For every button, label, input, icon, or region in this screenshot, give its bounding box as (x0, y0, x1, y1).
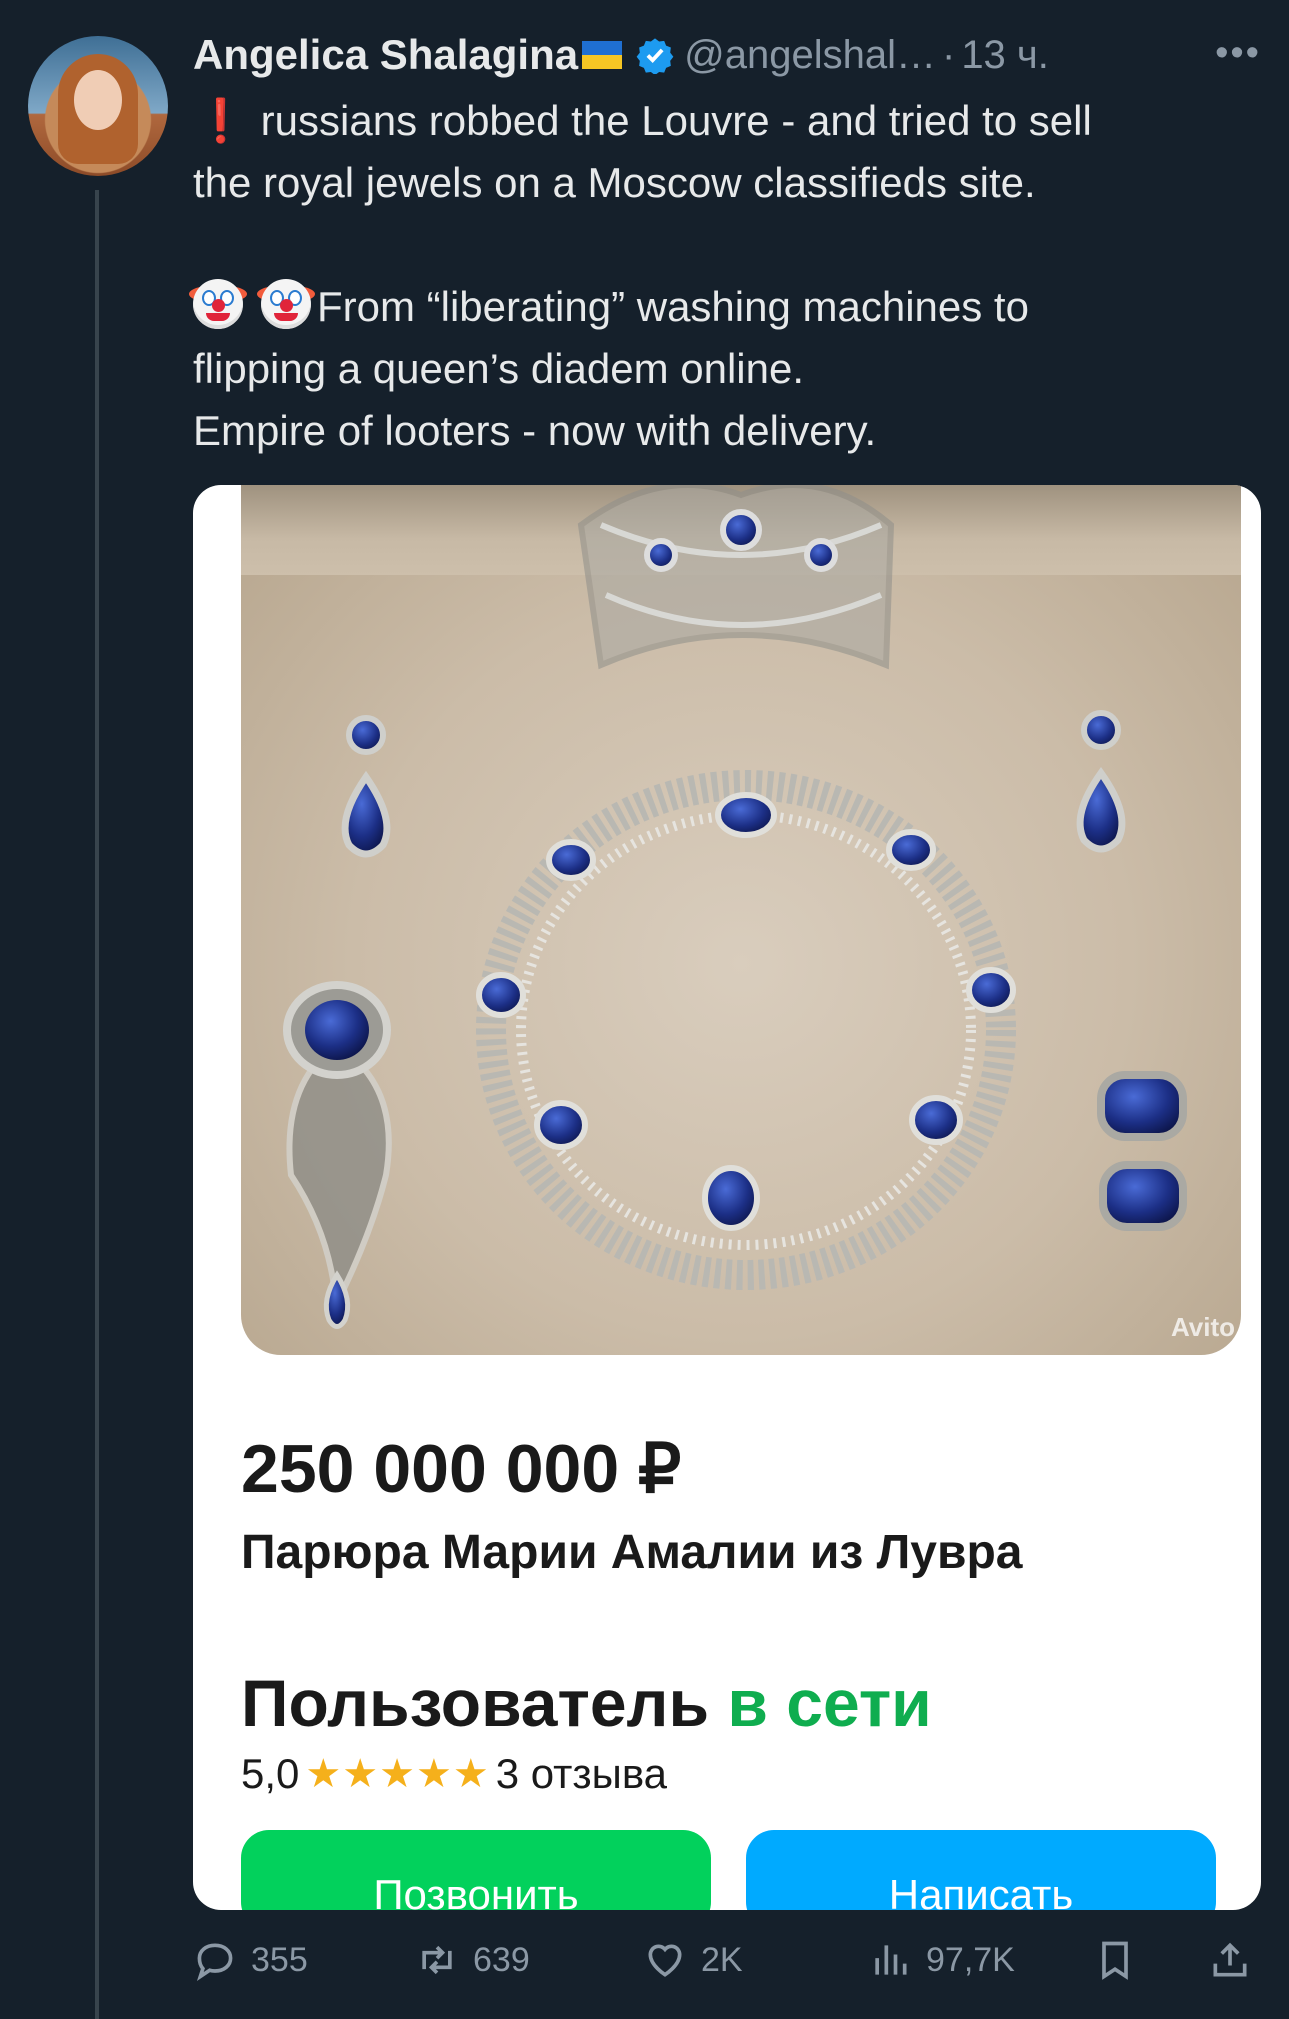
tweet-header: Angelica Shalagina @angelshal… · 13 ч. •… (193, 26, 1273, 84)
online-status: в сети (727, 1666, 932, 1740)
tweet-line-2: the royal jewels on a Moscow classifieds… (193, 159, 1036, 206)
bookmark-icon (1102, 1941, 1128, 1980)
reply-icon (196, 1943, 233, 1981)
repost-count: 639 (473, 1940, 530, 1979)
tweet-text: ❗ russians robbed the Louvre - and tried… (189, 90, 1268, 462)
tweet-line-4: flipping a queen’s diadem online. (193, 345, 805, 392)
rating-stars-icon: ★★★★★ (305, 1752, 490, 1796)
clown-face-icon (189, 279, 247, 329)
necklace (476, 770, 1016, 1290)
thread-line (95, 190, 99, 2019)
attached-image[interactable]: Avito 250 000 000 ₽ Парюра Марии Амалии … (193, 485, 1261, 1910)
views-button[interactable]: 97,7K (868, 1930, 1015, 1990)
share-icon (1213, 1942, 1247, 1977)
exclamation-icon: ❗ (194, 97, 248, 144)
reply-count: 355 (251, 1940, 308, 1979)
tweet-actions: 355 639 2K 97,7K (193, 1930, 1268, 1990)
avito-watermark: Avito (1170, 1312, 1235, 1342)
cufflinks (1097, 1071, 1187, 1231)
rating-value: 5,0 (241, 1750, 300, 1797)
brooch (283, 981, 392, 1329)
author-avatar[interactable] (28, 36, 168, 176)
share-button[interactable] (1208, 1930, 1266, 1990)
like-button[interactable]: 2K (643, 1930, 743, 1990)
views-count: 97,7K (926, 1940, 1015, 1979)
clown-face-icon (257, 279, 315, 329)
views-icon (875, 1945, 907, 1975)
tweet-line-1: ❗ russians robbed the Louvre - and tried… (193, 90, 1268, 152)
reviews-count: 3 отзыва (495, 1750, 668, 1797)
ukraine-flag-icon (582, 41, 623, 69)
tweet-time[interactable]: 13 ч. (961, 33, 1049, 78)
tweet-line-5: Empire of looters - now with delivery. (193, 407, 877, 454)
more-icon[interactable]: ••• (1215, 32, 1261, 75)
repost-button[interactable]: 639 (415, 1930, 530, 1990)
jewelry-photo: Avito (241, 485, 1241, 1355)
like-icon (648, 1944, 682, 1977)
seller-status: Пользователь в сети (241, 1665, 932, 1741)
time-separator: · (941, 32, 956, 77)
listing-title: Парюра Марии Амалии из Лувра (241, 1526, 1023, 1579)
write-button: Написать (746, 1830, 1216, 1910)
author-handle[interactable]: @angelshal… (684, 33, 936, 78)
jewelry-illustration (283, 485, 1187, 1329)
earring-left (341, 715, 391, 858)
author-name[interactable]: Angelica Shalagina (193, 31, 578, 79)
avatar-face (74, 70, 122, 130)
earring-right (1076, 710, 1126, 853)
like-count: 2K (701, 1940, 743, 1979)
call-button: Позвонить (241, 1830, 711, 1910)
reply-button[interactable]: 355 (193, 1930, 308, 1990)
verified-badge-icon (636, 38, 674, 74)
listing-price: 250 000 000 ₽ (241, 1431, 682, 1507)
repost-icon (422, 1945, 452, 1975)
diadem (577, 485, 895, 670)
seller-rating: 5,0 ★★★★★ 3 отзыва (241, 1750, 667, 1798)
tweet-line-3: From “liberating” washing machines to (189, 276, 1268, 338)
seller-label: Пользователь (241, 1666, 710, 1740)
bookmark-button[interactable] (1093, 1930, 1151, 1990)
